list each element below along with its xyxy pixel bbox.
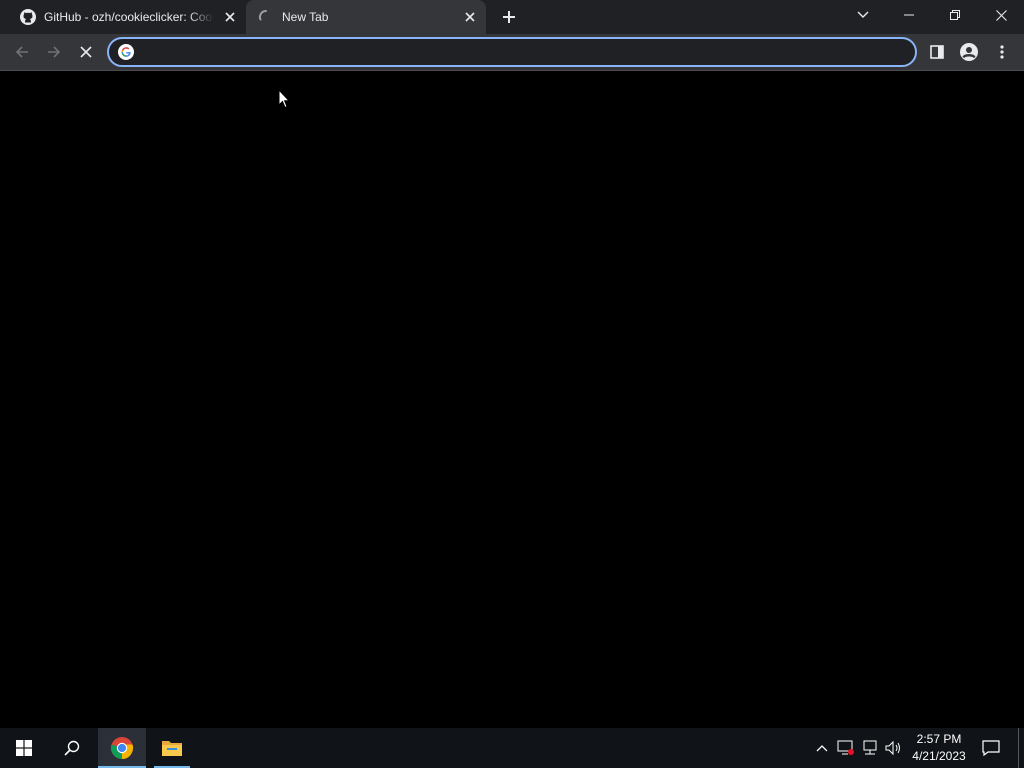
chrome-icon bbox=[110, 737, 134, 759]
tray-network-alert-button[interactable] bbox=[836, 738, 856, 758]
search-icon bbox=[64, 740, 80, 756]
tab-close-icon[interactable] bbox=[460, 7, 480, 27]
display-alert-icon bbox=[837, 740, 854, 755]
loading-spinner-icon bbox=[258, 9, 274, 25]
start-icon bbox=[16, 740, 32, 756]
taskbar-chrome-button[interactable] bbox=[98, 728, 146, 768]
side-panel-icon bbox=[930, 45, 944, 59]
back-button[interactable] bbox=[8, 38, 36, 66]
new-tab-button[interactable] bbox=[498, 6, 520, 28]
google-g-icon bbox=[117, 43, 135, 61]
forward-button[interactable] bbox=[40, 38, 68, 66]
show-desktop-button[interactable] bbox=[1018, 728, 1019, 768]
file-explorer-icon bbox=[162, 741, 182, 756]
menu-button[interactable] bbox=[988, 38, 1016, 66]
tab-search-button[interactable] bbox=[840, 0, 886, 30]
start-button[interactable] bbox=[0, 728, 48, 768]
chevron-down-icon bbox=[857, 11, 869, 18]
profile-button[interactable] bbox=[955, 38, 983, 66]
browser-toolbar bbox=[0, 34, 1024, 71]
back-arrow-icon bbox=[15, 46, 28, 58]
minimize-button[interactable] bbox=[886, 0, 932, 30]
omnibox-input[interactable] bbox=[141, 41, 905, 63]
restore-button[interactable] bbox=[932, 0, 978, 30]
action-center-button[interactable] bbox=[976, 728, 1006, 768]
minimize-icon bbox=[904, 14, 914, 16]
tab-close-icon[interactable] bbox=[220, 7, 240, 27]
volume-icon bbox=[885, 740, 900, 756]
side-panel-button[interactable] bbox=[923, 38, 951, 66]
stop-loading-button[interactable] bbox=[72, 38, 100, 66]
profile-icon bbox=[960, 43, 978, 61]
github-icon bbox=[20, 9, 36, 25]
chevron-up-icon bbox=[816, 745, 828, 752]
clock-date: 4/21/2023 bbox=[912, 749, 966, 763]
stop-icon bbox=[80, 46, 92, 58]
taskbar-search-button[interactable] bbox=[48, 728, 96, 768]
show-hidden-icons-button[interactable] bbox=[812, 738, 832, 758]
more-vertical-icon bbox=[1000, 45, 1004, 59]
notification-icon bbox=[982, 740, 1000, 756]
tab-title: New Tab bbox=[282, 10, 329, 24]
taskbar-file-explorer-button[interactable] bbox=[150, 728, 194, 768]
address-bar[interactable] bbox=[107, 37, 917, 67]
taskbar-clock[interactable]: 2:57 PM 4/21/2023 bbox=[906, 731, 972, 765]
tab-github[interactable]: GitHub - ozh/cookieclicker: Cookie Click… bbox=[8, 0, 246, 34]
close-icon bbox=[995, 9, 1007, 21]
taskbar: 2:57 PM 4/21/2023 bbox=[0, 728, 1024, 768]
restore-icon bbox=[950, 10, 960, 20]
tray-volume-button[interactable] bbox=[884, 738, 904, 758]
forward-arrow-icon bbox=[48, 46, 61, 58]
tray-network-button[interactable] bbox=[860, 738, 880, 758]
tab-new-tab[interactable]: New Tab bbox=[246, 0, 486, 34]
title-bar: GitHub - ozh/cookieclicker: Cookie Click… bbox=[0, 0, 1024, 34]
clock-time: 2:57 PM bbox=[916, 732, 962, 746]
close-window-button[interactable] bbox=[978, 0, 1024, 30]
mouse-cursor-icon bbox=[278, 89, 290, 109]
network-icon bbox=[863, 740, 877, 755]
page-content[interactable] bbox=[0, 71, 1024, 728]
tab-title: GitHub - ozh/cookieclicker: Cookie Click… bbox=[44, 10, 214, 24]
plus-icon bbox=[503, 11, 515, 23]
